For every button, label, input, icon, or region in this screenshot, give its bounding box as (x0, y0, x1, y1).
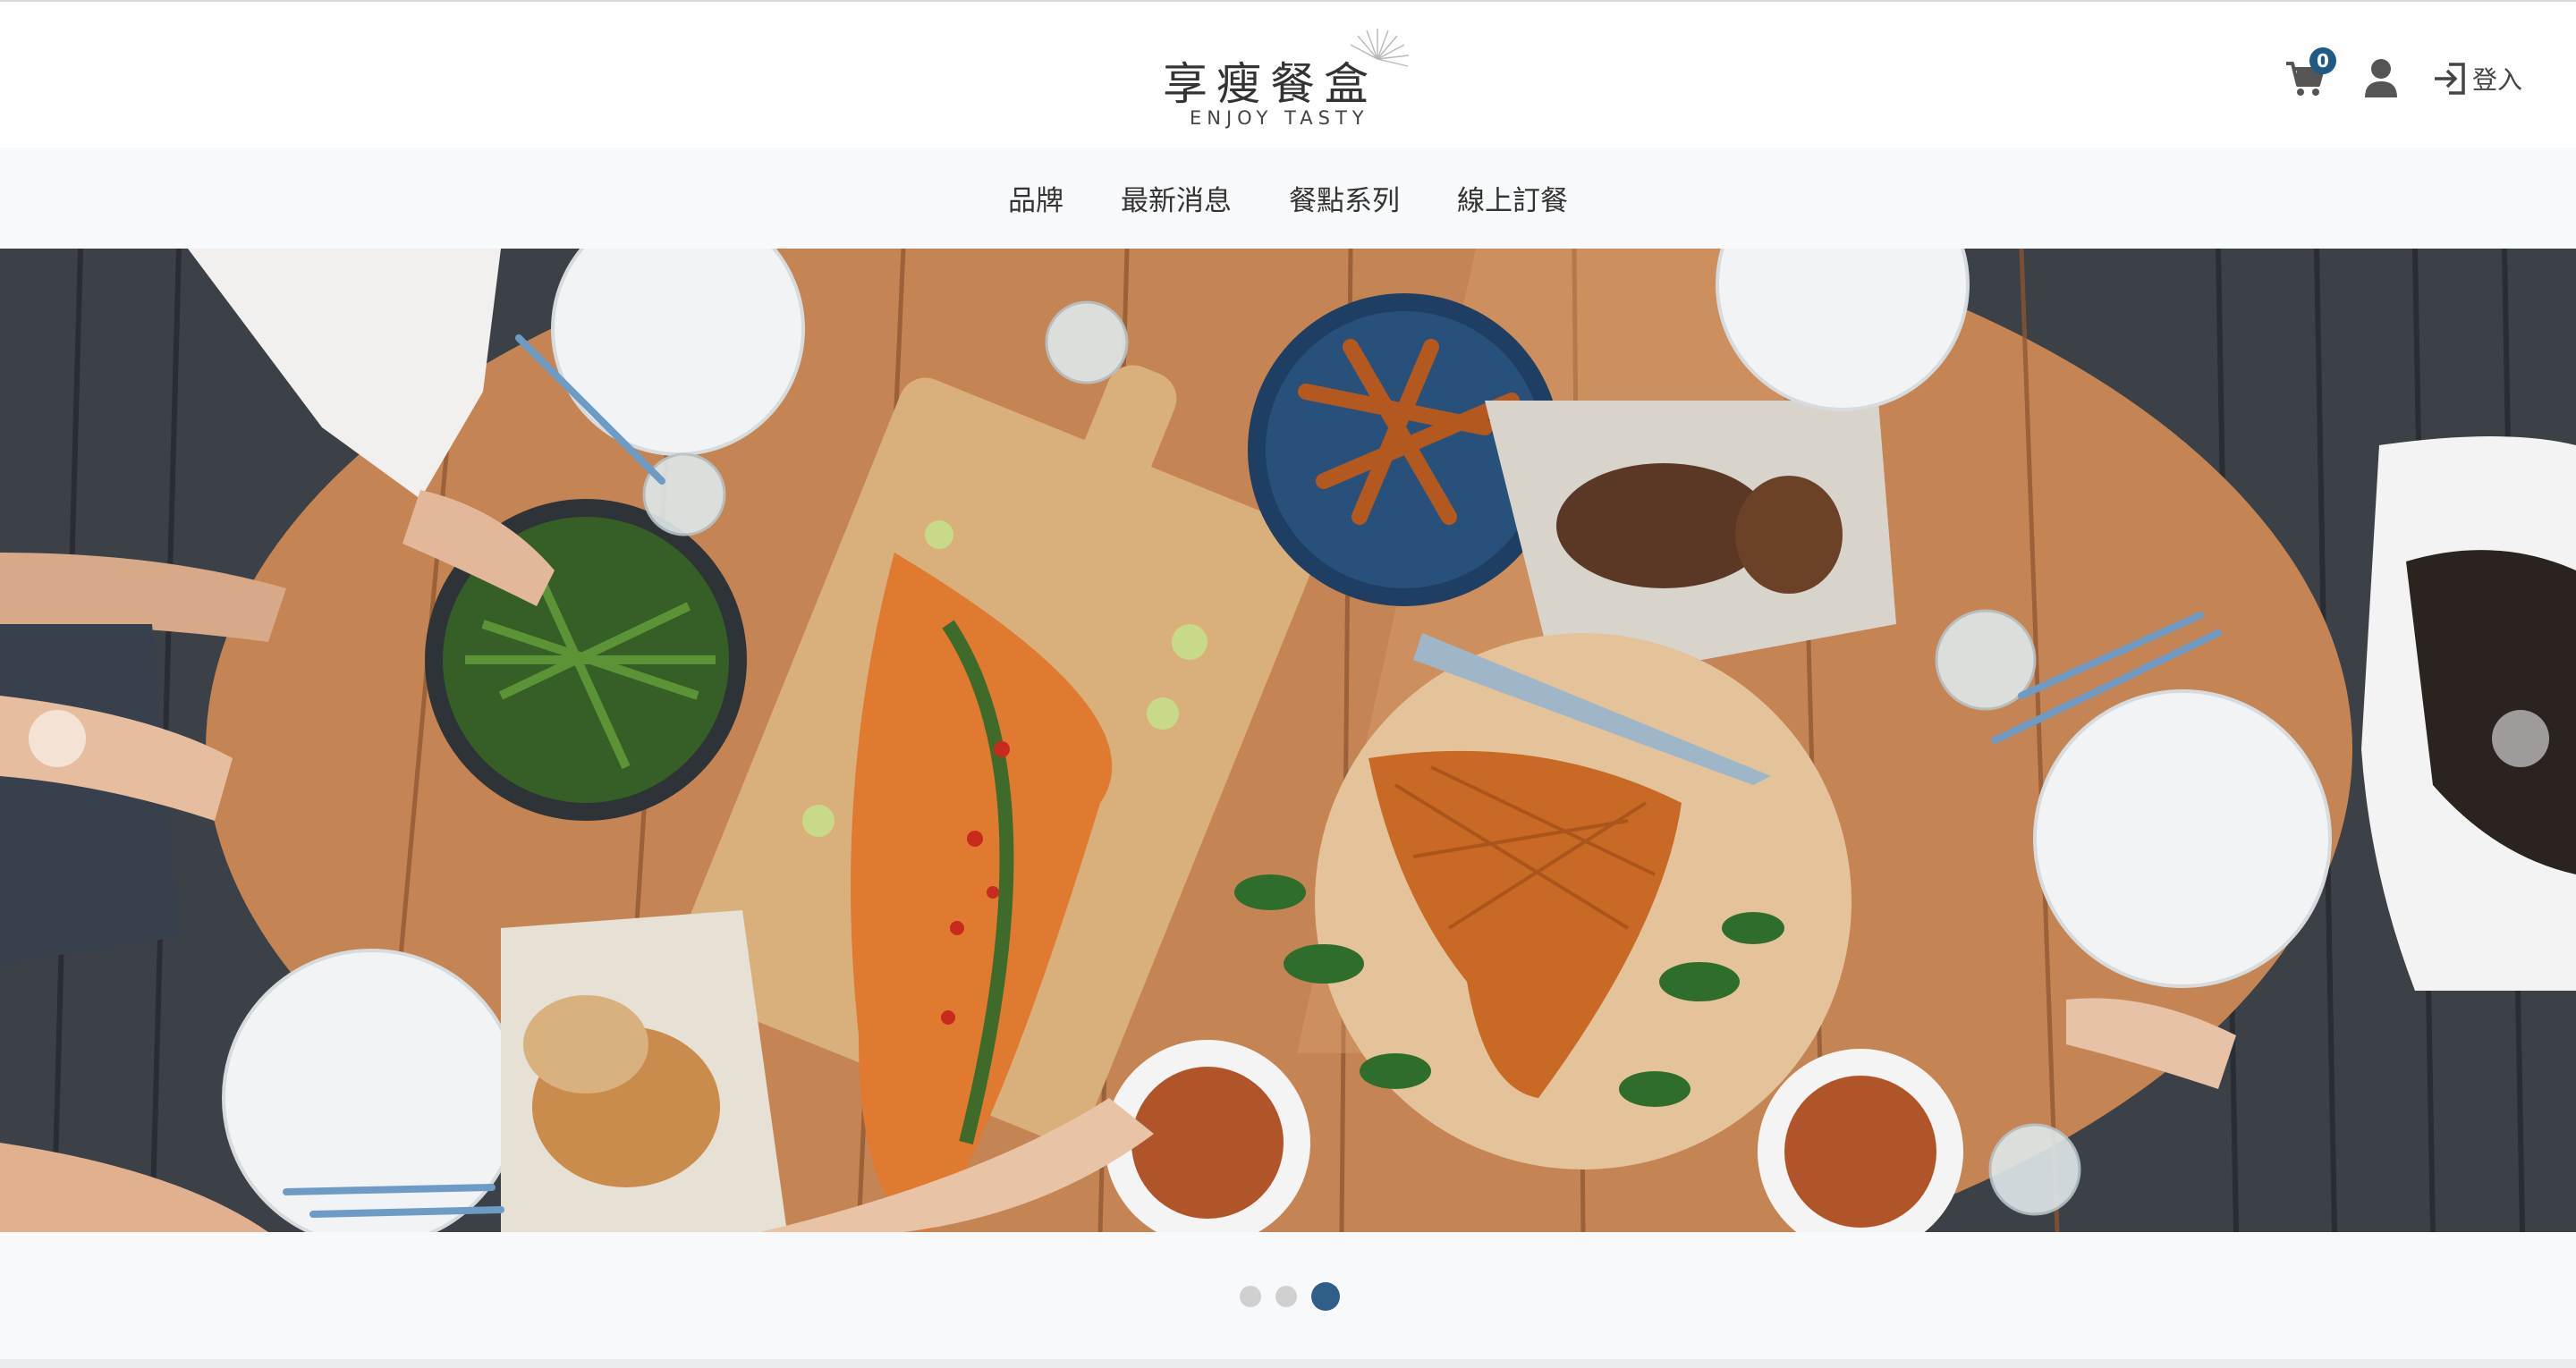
login-link[interactable]: 登入 (2431, 60, 2522, 97)
brand-logo[interactable]: 享瘦餐盒 ENJOY TASTY (1163, 23, 1413, 135)
nav-item-news[interactable]: 最新消息 (1092, 178, 1260, 218)
cart-count-badge: 0 (2309, 47, 2336, 74)
login-icon (2434, 63, 2465, 95)
carousel-dot-2[interactable] (1275, 1286, 1297, 1307)
carousel-dot-3-active[interactable] (1311, 1282, 1340, 1311)
nav-item-order-online[interactable]: 線上訂餐 (1428, 178, 1597, 218)
carousel-prev-button[interactable] (29, 710, 86, 767)
carousel-dot-1[interactable] (1240, 1286, 1261, 1307)
carousel-next-button[interactable] (2492, 710, 2549, 767)
hero-carousel (0, 249, 2576, 1232)
brand-subtitle: ENJOY TASTY (1190, 107, 1369, 129)
carousel-indicator-bar (0, 1232, 2576, 1359)
hero-food-image (0, 249, 2576, 1232)
nav-item-menu-series[interactable]: 餐點系列 (1260, 178, 1428, 218)
nav-item-brand[interactable]: 品牌 (979, 178, 1092, 218)
cart-button[interactable]: 0 (2284, 47, 2336, 99)
page: 享瘦餐盒 ENJOY TASTY 0 登入 品牌 最新消息 餐點系列 線上訂餐 (0, 0, 2576, 1359)
site-header: 享瘦餐盒 ENJOY TASTY 0 登入 (0, 4, 2576, 148)
user-icon (2364, 59, 2397, 97)
main-nav: 品牌 最新消息 餐點系列 線上訂餐 (0, 148, 2576, 249)
carousel-indicators (1240, 1282, 1354, 1311)
brand-title: 享瘦餐盒 (1163, 58, 1377, 110)
header-actions: 0 登入 (2284, 47, 2522, 104)
login-label: 登入 (2471, 65, 2522, 95)
user-button[interactable] (2363, 58, 2399, 99)
